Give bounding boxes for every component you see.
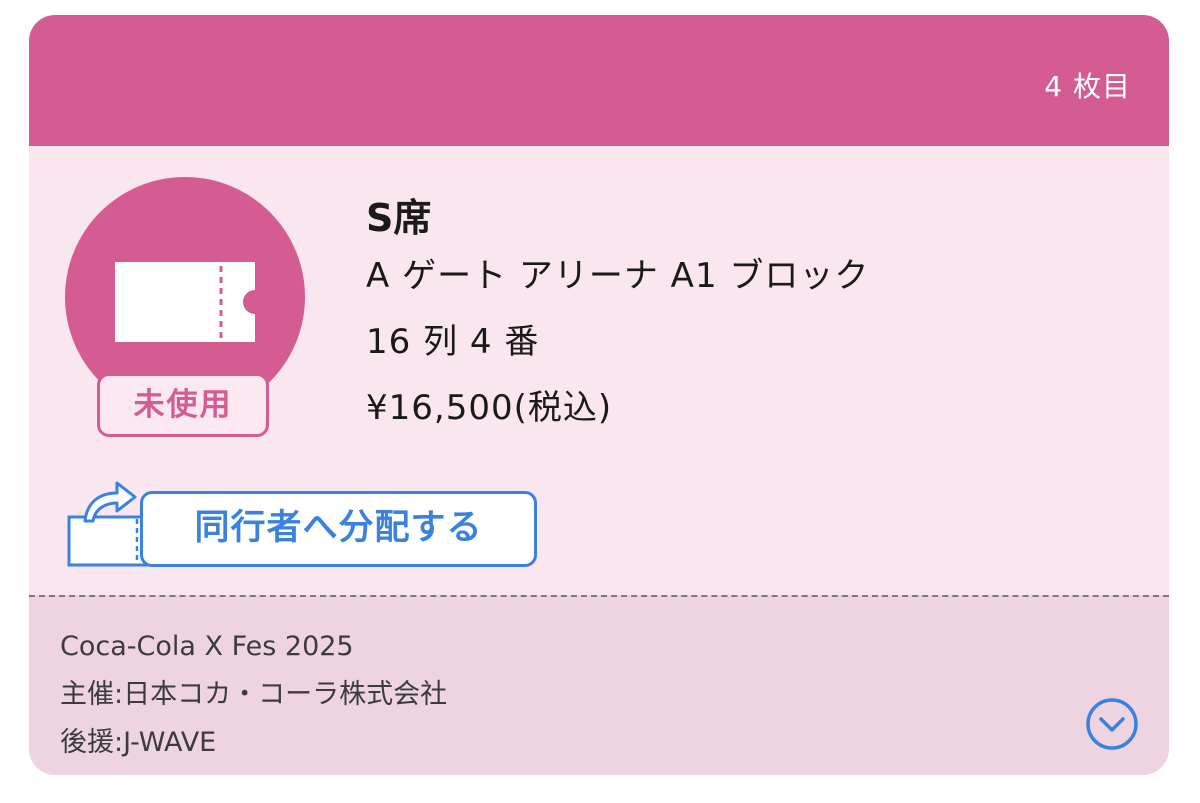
event-footer: Coca-Cola X Fes 2025 主催:日本コカ・コーラ株式会社 後援:…	[29, 595, 1169, 775]
event-organizer: 主催:日本コカ・コーラ株式会社	[60, 679, 448, 710]
event-sponsor: 後援:J-WAVE	[60, 727, 217, 758]
seat-class: S席	[366, 196, 432, 240]
ticket-price: ¥16,500(税込)	[366, 388, 613, 428]
status-badge: 未使用	[97, 373, 269, 437]
distribute-button[interactable]: 同行者へ分配する	[140, 491, 537, 567]
ticket-card-header: 4 枚目	[29, 15, 1169, 146]
ticket-count: 4 枚目	[1044, 70, 1131, 103]
chevron-down-circle-icon[interactable]	[1085, 697, 1139, 751]
seat-info: S席 A ゲート アリーナ A1 ブロック 16 列 4 番 ¥16,500(税…	[366, 191, 869, 449]
event-name: Coca-Cola X Fes 2025	[60, 631, 354, 662]
seat-location: A ゲート アリーナ A1 ブロック	[366, 256, 870, 296]
ticket-card: 4 枚目 未使用 S席 A ゲート アリーナ A1 ブロック 16 列 4 番 …	[29, 15, 1169, 775]
ticket-status-area: 未使用	[65, 177, 305, 437]
distribute-to-companion[interactable]: 同行者へ分配する	[65, 477, 545, 577]
event-info: Coca-Cola X Fes 2025 主催:日本コカ・コーラ株式会社 後援:…	[60, 623, 447, 767]
ticket-icon	[115, 262, 255, 342]
seat-number: 16 列 4 番	[366, 322, 540, 362]
